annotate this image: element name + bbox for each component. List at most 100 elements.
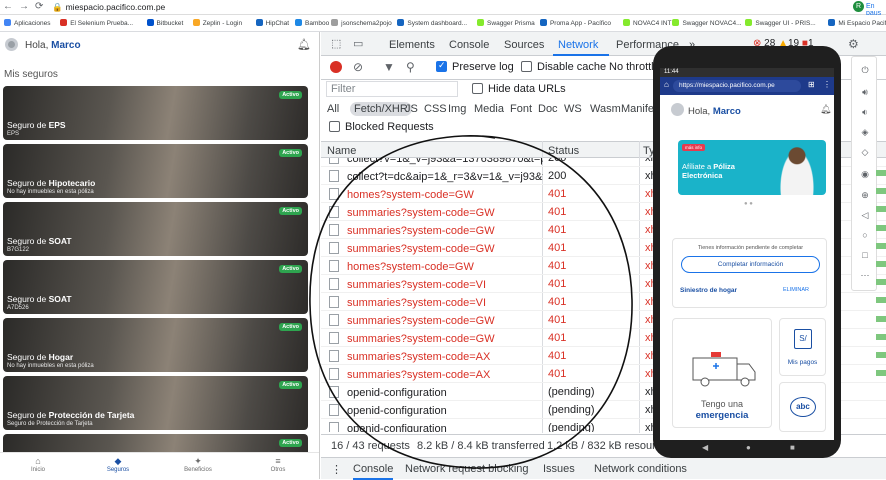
bookmark-item[interactable]: Swagger NOVAC4... — [672, 19, 741, 27]
checkbox-icon[interactable] — [472, 83, 483, 94]
settings-gear-icon[interactable]: ⚙ — [848, 37, 859, 51]
insurance-card[interactable]: Activo Seguro de EPS EPS — [3, 86, 308, 140]
insurance-card[interactable]: Activo Seguro de Protección de Tarjeta Seg… — [3, 376, 308, 430]
zoom-in-icon[interactable]: ⊕ — [852, 190, 878, 201]
tab-console[interactable]: Console — [449, 39, 489, 51]
column-name[interactable]: Name — [327, 145, 356, 157]
type-filter-font[interactable]: Font — [510, 103, 532, 115]
promo-banner[interactable]: más info Afíliate a Póliza Electrónica — [678, 140, 826, 195]
drawer-tab-network-conditions[interactable]: Network conditions — [594, 463, 687, 475]
card-title: Seguro de Hogar — [7, 352, 74, 362]
type-filter-js[interactable]: JS — [405, 103, 418, 115]
home-icon[interactable]: ⌂ — [664, 80, 669, 89]
column-status[interactable]: Status — [548, 145, 579, 157]
checkbox-icon[interactable] — [329, 121, 340, 132]
payments-tile[interactable]: S/ Mis pagos — [779, 318, 826, 376]
tab-beneficios[interactable]: ✦ Beneficios — [173, 455, 223, 473]
abc-tile[interactable]: abc — [779, 382, 826, 432]
nav-buttons-icon[interactable]: ←→⟳ — [3, 1, 49, 12]
overview-icon[interactable]: □ — [852, 250, 878, 260]
ambulance-icon — [692, 352, 756, 387]
avatar[interactable] — [5, 38, 18, 51]
preserve-log-checkbox[interactable]: Preserve log — [436, 60, 514, 73]
type-filter-wasm[interactable]: Wasm — [590, 103, 621, 115]
avatar[interactable] — [671, 103, 684, 116]
url-field[interactable]: 🔒 miespacio.pacifico.com.pe — [52, 2, 165, 13]
volume-up-icon[interactable]: 🔊︎ — [852, 87, 878, 98]
bell-icon[interactable]: 🔔︎ — [820, 104, 831, 115]
bookmark-item[interactable]: Aplicaciones — [4, 19, 51, 27]
menu-icon[interactable]: ⋮ — [823, 80, 831, 89]
complete-info-button[interactable]: Completar información — [681, 256, 820, 273]
drawer-tab-console[interactable]: Console — [353, 463, 394, 480]
type-filter-doc[interactable]: Doc — [538, 103, 558, 115]
volume-down-icon[interactable]: 🔉︎ — [852, 107, 878, 118]
tab-network[interactable]: Network — [558, 39, 598, 51]
rotate-right-icon[interactable]: ◇ — [852, 147, 878, 158]
insurance-card[interactable]: Activo Seguro de SOAT B7G122 — [3, 202, 308, 256]
bookmark-item[interactable]: El Selenium Prueba... — [60, 19, 133, 27]
request-name: homes?system-code=GW — [329, 260, 543, 273]
back-icon[interactable]: ◁ — [852, 210, 878, 221]
tab-otros[interactable]: ≡ Otros — [253, 455, 303, 473]
type-filter-img[interactable]: Img — [448, 103, 466, 115]
request-name: openid-configuration — [329, 404, 543, 417]
drawer-tab-issues[interactable]: Issues — [543, 463, 575, 475]
bookmark-item[interactable]: Mi Espacio Pacifico — [828, 19, 886, 27]
type-filter-media[interactable]: Media — [474, 103, 504, 115]
bookmark-item[interactable]: System dashboard... — [397, 19, 467, 27]
clear-icon[interactable]: ⊘ — [353, 60, 363, 74]
type-filter-fetchxhr[interactable]: Fetch/XHR — [350, 102, 412, 116]
bookmark-item[interactable]: Swagger UI - PRIS... — [745, 19, 815, 27]
bookmark-item[interactable]: Proma App - Pacífico — [540, 19, 611, 27]
recents-icon[interactable]: ■ — [790, 443, 795, 452]
delete-link[interactable]: ELIMINAR — [783, 287, 809, 293]
bookmark-item[interactable]: Zeplin - Login — [193, 19, 242, 27]
bookmark-item[interactable]: HipChat — [256, 19, 289, 27]
tab-inicio[interactable]: ⌂ Inicio — [13, 455, 63, 473]
tab-elements[interactable]: Elements — [389, 39, 435, 51]
carousel-dots[interactable]: ● ● — [744, 201, 753, 207]
rotate-left-icon[interactable]: ◈ — [852, 127, 878, 138]
insurance-card[interactable]: Activo Seguro de SOAT A7D526 — [3, 260, 308, 314]
type-filter-manife[interactable]: Manife — [621, 103, 654, 115]
insurance-card[interactable]: Activo Seguro de Hogar No hay inmuebles en… — [3, 318, 308, 372]
device-toolbar-icon[interactable]: ▭ — [353, 37, 363, 50]
disable-cache-checkbox[interactable]: Disable cache — [521, 61, 606, 73]
add-tab-icon[interactable]: ⊞ — [808, 80, 815, 89]
home-icon[interactable]: ○ — [852, 230, 878, 240]
more-icon[interactable]: ⋯ — [852, 270, 878, 281]
home-button-icon[interactable]: ● — [746, 443, 751, 452]
type-filter-all[interactable]: All — [327, 103, 339, 115]
filter-icon[interactable]: ▼ — [383, 60, 395, 74]
record-button[interactable] — [330, 61, 342, 73]
insurance-card[interactable]: Activo Seguro de Hipotecario No hay inmueb… — [3, 144, 308, 198]
blocked-requests-checkbox[interactable]: Blocked Requests — [329, 121, 434, 133]
request-status: 401 — [548, 332, 567, 344]
bookmark-item[interactable]: Bamboo — [295, 19, 329, 27]
request-status: 401 — [548, 368, 567, 380]
back-icon[interactable]: ◀ — [702, 443, 708, 452]
drawer-tab-request-blocking[interactable]: Network request blocking — [405, 463, 529, 475]
emergency-tile[interactable]: Tengo una emergencia — [672, 318, 772, 428]
camera-icon[interactable]: ◉ — [852, 169, 878, 180]
tab-seguros[interactable]: ◆ Seguros — [93, 455, 143, 473]
profile-avatar[interactable]: R — [853, 1, 864, 12]
bookmark-item[interactable]: jsonschema2pojo — [331, 19, 392, 27]
drawer-menu-icon[interactable]: ⋮ — [331, 463, 342, 476]
bookmark-item[interactable]: Bitbucket — [147, 19, 184, 27]
power-icon[interactable]: ⏻ — [852, 65, 878, 76]
search-icon[interactable]: ⚲ — [406, 60, 415, 74]
inspect-icon[interactable]: ⬚ — [331, 37, 341, 50]
bell-icon[interactable]: 🔔︎ — [297, 38, 311, 51]
tab-sources[interactable]: Sources — [504, 39, 544, 51]
filter-input[interactable]: Filter — [326, 81, 458, 97]
bookmark-item[interactable]: NOVAC4 INT — [623, 19, 672, 27]
checkbox-checked-icon[interactable] — [436, 60, 447, 72]
type-filter-ws[interactable]: WS — [564, 103, 582, 115]
hide-data-urls-checkbox[interactable]: Hide data URLs — [472, 83, 566, 95]
type-filter-css[interactable]: CSS — [424, 103, 447, 115]
checkbox-icon[interactable] — [521, 61, 532, 72]
bookmark-item[interactable]: Swagger Prisma — [477, 19, 535, 27]
phone-url-field[interactable]: https://miespacio.pacifico.com.pe — [673, 80, 801, 92]
